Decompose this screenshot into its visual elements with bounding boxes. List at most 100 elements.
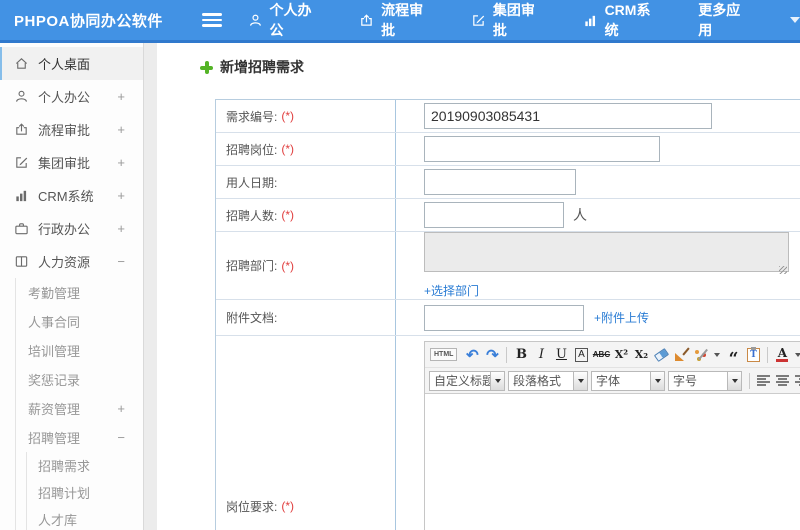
- align-right-button[interactable]: [792, 371, 800, 391]
- font-size-select[interactable]: 字号: [668, 370, 742, 391]
- form-row: 需求编号: (*): [216, 100, 800, 133]
- required-mark: (*): [281, 109, 295, 123]
- blockquote-button[interactable]: “: [723, 345, 743, 367]
- title-style-select[interactable]: 自定义标题: [429, 370, 505, 391]
- headcount-input[interactable]: [424, 202, 564, 228]
- sidebar-gutter: [144, 43, 157, 530]
- clipboard-icon: T: [746, 346, 760, 362]
- required-mark: (*): [281, 258, 295, 273]
- department-textarea[interactable]: [424, 232, 789, 272]
- main-content: 新增招聘需求 需求编号:(*) 招聘岗位:(*) 用人日期: 招聘人数:(*): [157, 43, 800, 530]
- redo-button[interactable]: ↷: [482, 345, 502, 365]
- collapse-toggle[interactable]: −: [117, 254, 125, 269]
- undo-button[interactable]: ↶: [462, 345, 482, 365]
- form-row: 附件文档: +附件上传: [216, 300, 800, 336]
- collapse-toggle[interactable]: −: [117, 430, 125, 445]
- field-label: 用人日期:: [226, 175, 278, 190]
- sidebar-item-talent-pool[interactable]: 人才库: [27, 506, 143, 530]
- hire-date-input[interactable]: [424, 169, 576, 195]
- headcount-unit-label: 人: [573, 207, 587, 223]
- hr-submenu: 考勤管理 人事合同 培训管理 奖惩记录 薪资管理 + 招聘管理 − 招聘需求 招…: [15, 278, 143, 530]
- expand-toggle[interactable]: +: [117, 89, 125, 104]
- form-row: 招聘部门: (*) +选择部门: [216, 232, 800, 300]
- sidebar-item-personal-office[interactable]: 个人办公 +: [0, 80, 143, 113]
- add-icon: [200, 60, 213, 74]
- edit-icon: [473, 14, 485, 26]
- format-brush-button[interactable]: [671, 345, 691, 365]
- char-border-button[interactable]: A: [571, 345, 591, 365]
- field-label: 招聘人数:: [226, 208, 278, 223]
- align-center-button[interactable]: [773, 371, 792, 391]
- sidebar-item-recruit-mgmt[interactable]: 招聘管理 −: [16, 423, 143, 452]
- nav-personal-office[interactable]: 个人办公: [248, 0, 326, 40]
- editor-toolbar-row-1: HTML ↶ ↷ B I U A ABC X² X₂ “ T A: [425, 342, 800, 368]
- align-left-button[interactable]: [754, 371, 773, 391]
- select-department-link[interactable]: +选择部门: [424, 282, 479, 299]
- sidebar-item-crm[interactable]: CRM系统 +: [0, 179, 143, 212]
- italic-button[interactable]: I: [531, 345, 551, 365]
- caret-down-icon[interactable]: [728, 370, 742, 391]
- highlight-color-button[interactable]: [691, 345, 711, 365]
- briefcase-icon: [15, 223, 28, 235]
- caret-down-icon[interactable]: [790, 17, 800, 23]
- nav-workflow-approval[interactable]: 流程审批: [359, 0, 437, 40]
- bold-button[interactable]: B: [511, 345, 531, 365]
- paragraph-format-select[interactable]: 段落格式: [508, 370, 588, 391]
- editor-toolbar-row-2: 自定义标题 段落格式 字体 字号: [425, 368, 800, 394]
- paste-text-button[interactable]: T: [743, 345, 763, 365]
- broom-icon: [674, 347, 689, 362]
- caret-down-icon[interactable]: [714, 352, 721, 357]
- html-source-button[interactable]: HTML: [430, 348, 458, 361]
- caret-down-icon[interactable]: [651, 370, 665, 391]
- caret-down-icon[interactable]: [795, 352, 800, 357]
- color-dots-icon: [694, 348, 709, 362]
- sidebar-item-rewards[interactable]: 奖惩记录: [16, 365, 143, 394]
- flow-icon: [361, 13, 372, 26]
- attachment-input[interactable]: [424, 304, 584, 331]
- user-icon: [249, 14, 261, 26]
- editor-content-area[interactable]: [425, 394, 800, 530]
- sidebar-item-workflow-approval[interactable]: 流程审批 +: [0, 113, 143, 146]
- job-position-input[interactable]: [424, 136, 660, 162]
- expand-toggle[interactable]: +: [117, 221, 125, 236]
- strikethrough-button[interactable]: ABC: [591, 345, 611, 365]
- sidebar-item-recruit-demand[interactable]: 招聘需求: [27, 452, 143, 479]
- rich-text-editor: HTML ↶ ↷ B I U A ABC X² X₂ “ T A 自定义标题 段…: [424, 341, 800, 530]
- sidebar-item-group-approval[interactable]: 集团审批 +: [0, 146, 143, 179]
- required-mark: (*): [281, 208, 295, 222]
- expand-toggle[interactable]: +: [117, 401, 125, 416]
- subscript-button[interactable]: X₂: [631, 345, 651, 365]
- flow-icon: [16, 123, 27, 135]
- chart-icon: [584, 15, 595, 26]
- align-right-icon: [795, 375, 800, 386]
- font-color-button[interactable]: A: [772, 345, 792, 365]
- sidebar-item-admin-office[interactable]: 行政办公 +: [0, 212, 143, 245]
- attachment-upload-link[interactable]: +附件上传: [594, 309, 649, 326]
- page-title: 新增招聘需求: [220, 59, 304, 75]
- expand-toggle[interactable]: +: [117, 155, 125, 170]
- expand-toggle[interactable]: +: [117, 122, 125, 137]
- sidebar-item-recruit-plan[interactable]: 招聘计划: [27, 479, 143, 506]
- form-row: 用人日期:: [216, 166, 800, 199]
- sidebar-item-hr[interactable]: 人力资源 −: [0, 245, 143, 278]
- sidebar-item-training[interactable]: 培训管理: [16, 336, 143, 365]
- expand-toggle[interactable]: +: [117, 188, 125, 203]
- menu-toggle-icon[interactable]: [201, 13, 222, 27]
- eraser-icon: [653, 347, 670, 362]
- remove-format-button[interactable]: [651, 345, 671, 365]
- underline-button[interactable]: U: [551, 345, 571, 365]
- nav-crm-system[interactable]: CRM系统: [583, 0, 665, 40]
- caret-down-icon[interactable]: [491, 370, 505, 391]
- superscript-button[interactable]: X²: [611, 345, 631, 365]
- nav-group-approval[interactable]: 集团审批: [471, 0, 549, 40]
- sidebar-item-attendance[interactable]: 考勤管理: [16, 278, 143, 307]
- field-label: 附件文档:: [226, 311, 278, 325]
- demand-number-input[interactable]: [424, 103, 712, 129]
- sidebar-item-personal-desktop[interactable]: 个人桌面: [0, 47, 143, 80]
- caret-down-icon[interactable]: [574, 370, 588, 391]
- required-mark: (*): [281, 142, 295, 156]
- sidebar-item-hr-contract[interactable]: 人事合同: [16, 307, 143, 336]
- nav-more-apps[interactable]: 更多应用: [698, 0, 754, 40]
- sidebar-item-salary[interactable]: 薪资管理 +: [16, 394, 143, 423]
- font-family-select[interactable]: 字体: [591, 370, 665, 391]
